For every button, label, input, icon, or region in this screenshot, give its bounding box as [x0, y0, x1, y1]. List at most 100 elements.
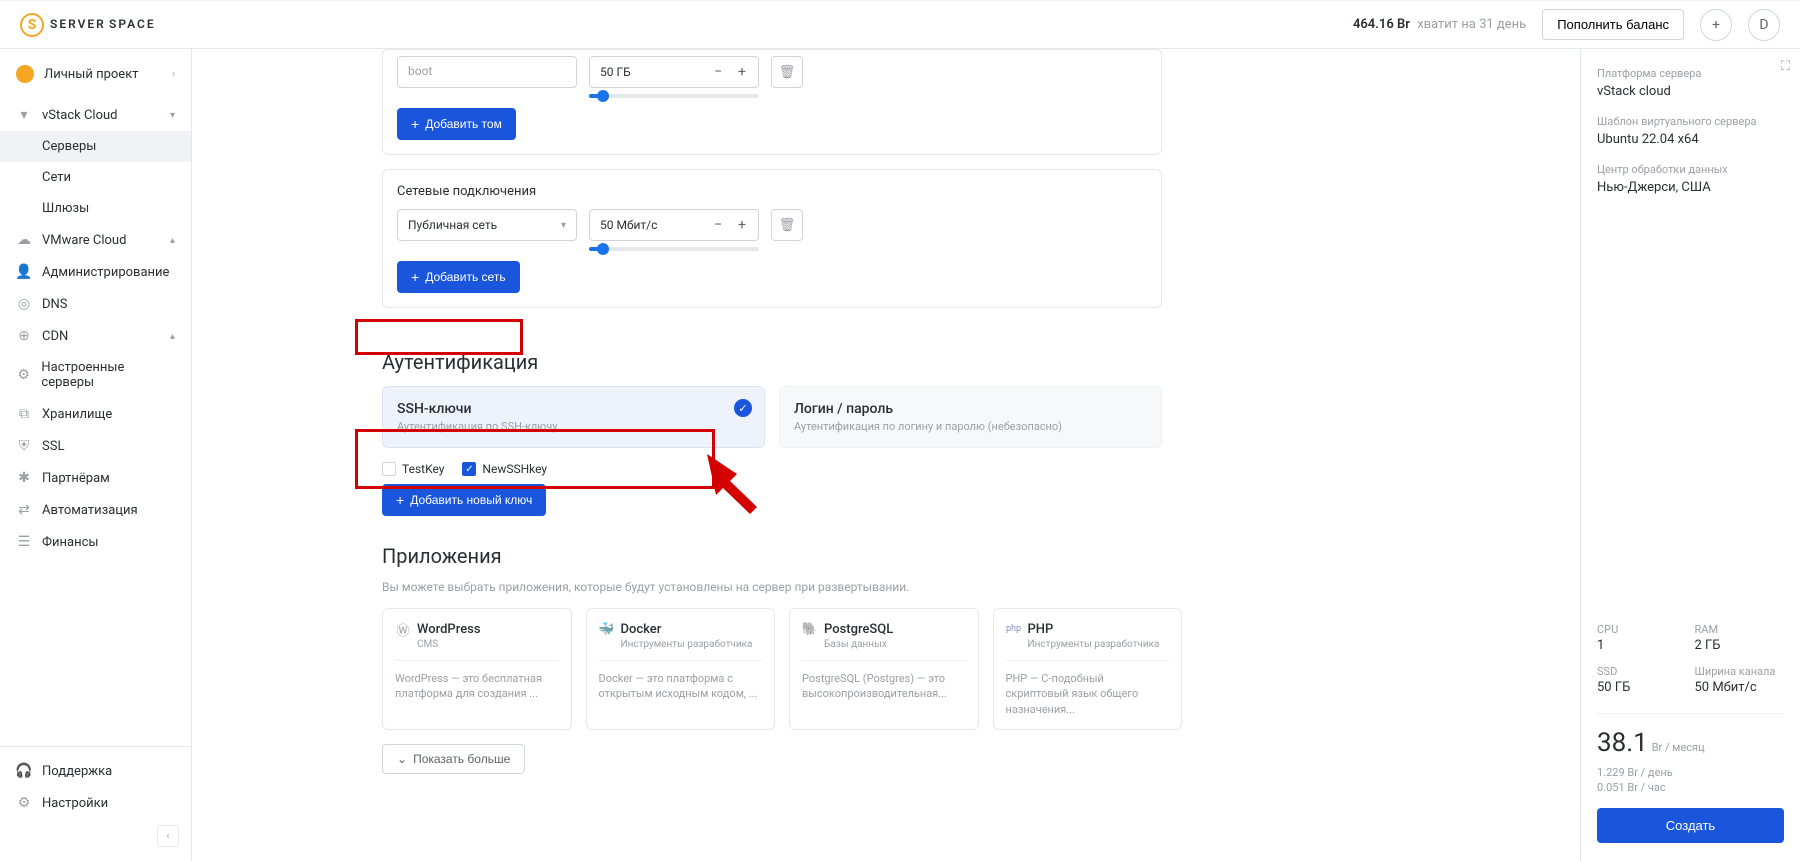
show-more-button[interactable]: ⌄Показать больше — [382, 744, 525, 774]
price-day: 1.229 Br / день — [1597, 766, 1784, 779]
delete-network-button[interactable]: 🗑 — [771, 209, 803, 241]
increase-button[interactable]: + — [732, 215, 752, 235]
sidebar-item-configured[interactable]: ⚙ Настроенные серверы — [0, 352, 191, 398]
volume-name-input[interactable]: boot — [397, 56, 577, 88]
cdn-icon: ⊕ — [16, 328, 32, 344]
expand-icon[interactable]: ⛶ — [1781, 59, 1790, 74]
app-card-php[interactable]: phpPHP Инструменты разработчика PHP — C-… — [993, 608, 1183, 730]
sidebar-item-admin[interactable]: 👤 Администрирование — [0, 256, 191, 288]
checkbox-checked: ✓ — [462, 462, 476, 476]
ram-value: 2 ГБ — [1695, 638, 1785, 653]
ssd-value: 50 ГБ — [1597, 680, 1687, 695]
chevron-down-icon: ▾ — [561, 220, 566, 231]
sidebar-label-automation: Автоматизация — [42, 503, 138, 518]
plus-icon: + — [396, 492, 404, 508]
ssd-label: SSD — [1597, 665, 1687, 678]
app-card-postgresql[interactable]: 🐘PostgreSQL Базы данных PostgreSQL (Post… — [789, 608, 979, 730]
sidebar-item-ssl[interactable]: ⛨ SSL — [0, 430, 191, 462]
ssh-key-testkey[interactable]: TestKey — [382, 462, 444, 476]
check-icon: ✓ — [734, 399, 752, 417]
bandwidth-value: 50 Мбит/с — [1695, 680, 1785, 695]
postgresql-icon: 🐘 — [802, 621, 818, 637]
network-card-title: Сетевые подключения — [397, 184, 1147, 199]
support-icon: 🎧 — [16, 763, 32, 779]
sidebar-label-support: Поддержка — [42, 764, 112, 779]
sidebar-label-servers: Серверы — [42, 139, 96, 154]
add-network-label: Добавить сеть — [425, 270, 505, 284]
sidebar: Личный проект › ▾ vStack Cloud ▾ Серверы… — [0, 49, 192, 861]
summary-panel: ⛶ Платформа сервера vStack cloud Шаблон … — [1580, 49, 1800, 861]
auth-login-card[interactable]: Логин / пароль Аутентификация по логину … — [779, 386, 1162, 448]
chevron-right-icon: › — [172, 69, 175, 80]
sidebar-item-cdn[interactable]: ⊕ CDN ▴ — [0, 320, 191, 352]
sidebar-item-storage[interactable]: ⧉ Хранилище — [0, 398, 191, 430]
rp-template-value: Ubuntu 22.04 x64 — [1597, 132, 1784, 147]
network-card: Сетевые подключения Публичная сеть ▾ 50 … — [382, 169, 1162, 308]
price-hour: 0.051 Br / час — [1597, 781, 1784, 794]
logo-icon: S — [20, 13, 44, 37]
sidebar-item-dns[interactable]: ◎ DNS — [0, 288, 191, 320]
sidebar-item-partners[interactable]: ✱ Партнёрам — [0, 462, 191, 494]
vstack-icon: ▾ — [16, 107, 32, 123]
shield-icon: ⛨ — [16, 438, 32, 454]
delete-volume-button[interactable]: 🗑 — [771, 56, 803, 88]
add-button[interactable]: + — [1700, 9, 1732, 41]
create-button[interactable]: Создать — [1597, 808, 1784, 843]
storage-icon: ⧉ — [16, 406, 32, 422]
sidebar-item-finance[interactable]: ☰ Финансы — [0, 526, 191, 558]
sidebar-item-servers[interactable]: Серверы — [0, 131, 191, 162]
balance: 464.16 Br хватит на 31 день — [1353, 17, 1526, 32]
partners-icon: ✱ — [16, 470, 32, 486]
app-card-docker[interactable]: 🐳Docker Инструменты разработчика Docker … — [586, 608, 776, 730]
volume-card: boot 50 ГБ − + 🗑 +Добавить том — [382, 49, 1162, 155]
ssh-key-label: NewSSHkey — [482, 462, 547, 476]
main-content: boot 50 ГБ − + 🗑 +Добавить том Сетевые — [192, 49, 1580, 861]
topup-button[interactable]: Пополнить баланс — [1542, 9, 1684, 40]
sidebar-label-vmware: VMware Cloud — [42, 233, 126, 248]
sidebar-label-vstack: vStack Cloud — [42, 108, 118, 123]
chevron-icon: ▴ — [170, 331, 175, 342]
auth-login-title: Логин / пароль — [794, 401, 1147, 417]
price-month-unit: Br / месяц — [1652, 741, 1705, 754]
php-icon: php — [1006, 621, 1022, 637]
sidebar-item-networks[interactable]: Сети — [0, 162, 191, 193]
ssh-key-newsshkey[interactable]: ✓ NewSSHkey — [462, 462, 547, 476]
sidebar-item-support[interactable]: 🎧 Поддержка — [0, 755, 191, 787]
network-select[interactable]: Публичная сеть ▾ — [397, 209, 577, 241]
sidebar-item-automation[interactable]: ⇄ Автоматизация — [0, 494, 191, 526]
plus-icon: + — [411, 269, 419, 285]
add-ssh-key-button[interactable]: + Добавить новый ключ — [382, 484, 546, 516]
auth-ssh-card[interactable]: SSH-ключи Аутентификация по SSH-ключу ✓ — [382, 386, 765, 448]
auth-section-title: Аутентификация — [382, 350, 538, 374]
chevron-down-icon: ⌄ — [397, 752, 407, 766]
logo[interactable]: S SERVER SPACE — [20, 13, 156, 37]
auth-login-desc: Аутентификация по логину и паролю (небез… — [794, 420, 1147, 433]
collapse-sidebar-button[interactable]: ‹ — [157, 825, 179, 847]
add-network-button[interactable]: + Добавить сеть — [397, 261, 520, 293]
volume-slider[interactable]: 50 ГБ − + — [589, 56, 759, 98]
sidebar-item-project[interactable]: Личный проект › — [0, 57, 191, 91]
bandwidth-slider[interactable]: 50 Мбит/с − + — [589, 209, 759, 251]
sidebar-item-settings[interactable]: ⚙ Настройки — [0, 787, 191, 819]
add-volume-button[interactable]: +Добавить том — [397, 108, 516, 140]
sidebar-item-vstack[interactable]: ▾ vStack Cloud ▾ — [0, 99, 191, 131]
decrease-button[interactable]: − — [708, 215, 728, 235]
app-category: Инструменты разработчика — [1028, 639, 1170, 650]
decrease-button[interactable]: − — [708, 62, 728, 82]
sidebar-label-project: Личный проект — [44, 67, 139, 82]
app-desc: PHP — C-подобный скриптовый язык общего … — [1006, 671, 1170, 717]
network-name: Публичная сеть — [408, 218, 497, 232]
sidebar-item-gateways[interactable]: Шлюзы — [0, 193, 191, 224]
rp-platform-value: vStack cloud — [1597, 84, 1784, 99]
sidebar-item-vmware[interactable]: ☁ VMware Cloud ▴ — [0, 224, 191, 256]
plus-icon: + — [411, 116, 419, 132]
app-category: Инструменты разработчика — [621, 639, 763, 650]
sidebar-label-storage: Хранилище — [42, 407, 112, 422]
app-card-wordpress[interactable]: ⓌWordPress CMS WordPress — это бесплатна… — [382, 608, 572, 730]
finance-icon: ☰ — [16, 534, 32, 550]
increase-button[interactable]: + — [732, 62, 752, 82]
docker-icon: 🐳 — [599, 621, 615, 637]
balance-days: хватит на 31 день — [1417, 17, 1526, 32]
avatar[interactable]: D — [1748, 9, 1780, 41]
add-key-label: Добавить новый ключ — [410, 493, 532, 507]
